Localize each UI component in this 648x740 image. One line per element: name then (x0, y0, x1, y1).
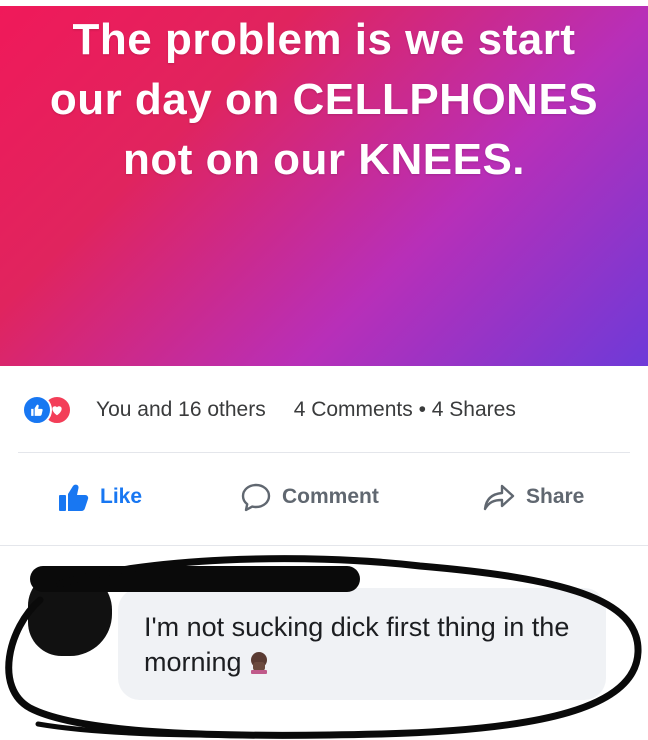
comment-button[interactable]: Comment (240, 482, 379, 512)
share-label: Share (526, 485, 585, 508)
like-button[interactable]: Like (58, 482, 142, 512)
like-reaction-icon (22, 395, 52, 425)
comment-section: I'm not sucking dick first thing in the … (0, 548, 648, 740)
reactions-count[interactable]: You and 16 others (96, 398, 266, 422)
post-image[interactable]: The problem is we start our day on CELLP… (0, 6, 648, 366)
post-image-text: The problem is we start our day on CELLP… (49, 15, 599, 184)
comment-icon (241, 483, 271, 512)
comments-shares-count[interactable]: 4 Comments • 4 Shares (294, 398, 516, 422)
post-stats-bar: You and 16 others 4 Comments • 4 Shares (0, 385, 648, 435)
share-button[interactable]: Share (482, 482, 584, 512)
comment-label: Comment (282, 485, 379, 508)
thumbs-up-icon (59, 484, 89, 512)
divider (18, 452, 630, 453)
divider (0, 545, 648, 546)
post-actions-bar: Like Comment Share (0, 470, 648, 526)
share-arrow-icon (483, 484, 515, 511)
hand-drawn-circle (5, 555, 642, 739)
like-label: Like (100, 485, 143, 508)
reaction-icons[interactable] (22, 395, 86, 425)
